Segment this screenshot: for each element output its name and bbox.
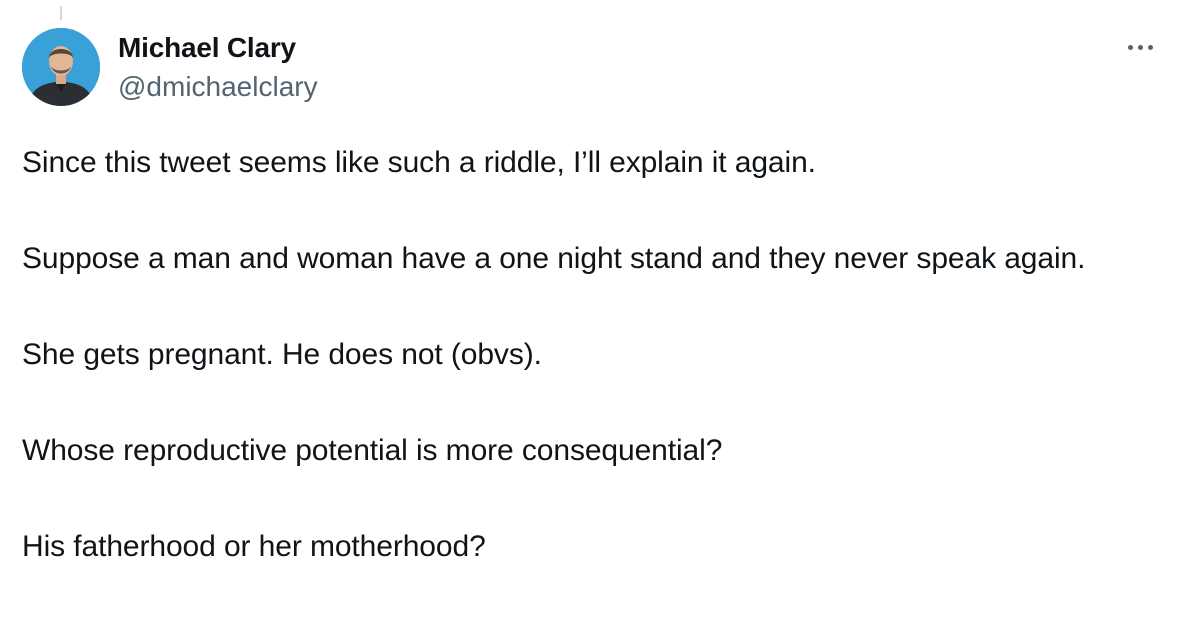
author-names: Michael Clary @dmichaelclary — [118, 30, 318, 105]
thread-connector-line — [60, 6, 62, 20]
author-display-name[interactable]: Michael Clary — [118, 30, 318, 66]
tweet-paragraph: Since this tweet seems like such a riddl… — [22, 146, 816, 179]
tweet-paragraph: His fatherhood or her motherhood? — [22, 530, 486, 563]
tweet-text: Since this tweet seems like such a riddl… — [22, 140, 1172, 570]
more-options-icon — [1127, 44, 1133, 50]
tweet-header: Michael Clary @dmichaelclary — [22, 28, 1174, 108]
more-options-icon-dot — [1147, 44, 1153, 50]
tweet-paragraph: Suppose a man and woman have a one night… — [22, 242, 1086, 275]
avatar[interactable] — [22, 28, 100, 106]
author-handle[interactable]: @dmichaelclary — [118, 69, 318, 105]
more-options-button[interactable] — [1120, 32, 1160, 62]
tweet-paragraph: Whose reproductive potential is more con… — [22, 434, 723, 467]
avatar-image — [22, 28, 100, 106]
tweet-paragraph: She gets pregnant. He does not (obvs). — [22, 338, 542, 371]
more-options-icon-dot — [1137, 44, 1143, 50]
